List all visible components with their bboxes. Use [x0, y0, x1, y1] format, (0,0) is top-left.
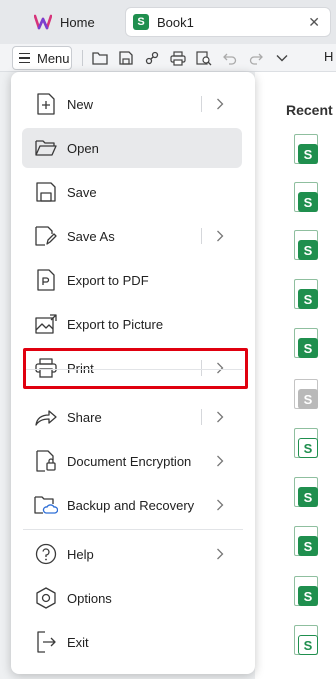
chevron-right-icon[interactable] — [214, 361, 226, 375]
print-preview-icon[interactable] — [195, 49, 213, 67]
redo-icon[interactable] — [247, 49, 265, 67]
chevron-right-icon[interactable] — [214, 547, 226, 561]
submenu-divider — [201, 409, 202, 425]
menu-item-label: Open — [67, 140, 99, 156]
menu-item-save-as[interactable]: Save As — [22, 216, 242, 256]
print-icon — [34, 356, 58, 380]
menu-item-exit[interactable]: Exit — [22, 622, 242, 662]
chevron-right-icon[interactable] — [214, 410, 226, 424]
menu-item-label: New — [67, 96, 94, 112]
menu-item-label: Save — [67, 184, 97, 200]
menu-item-label: Export to Picture — [67, 316, 164, 332]
recent-panel: Recent SSSSSSSSSSS — [255, 72, 336, 679]
export-pdf-icon — [34, 268, 58, 292]
undo-icon[interactable] — [221, 49, 239, 67]
toolbar-divider — [82, 50, 83, 66]
menu-divider — [23, 369, 243, 370]
chevron-down-icon[interactable] — [273, 49, 291, 67]
recent-file-icon[interactable]: S — [294, 230, 320, 262]
toolbar-overflow-text: H — [324, 49, 334, 64]
menu-item-print[interactable]: Print — [22, 348, 242, 388]
chevron-right-icon[interactable] — [214, 229, 226, 243]
recent-file-icon[interactable]: S — [294, 182, 320, 214]
menu-item-label: Print — [67, 360, 94, 376]
menu-item-label: Backup and Recovery — [67, 497, 195, 513]
menu-item-label: Save As — [67, 228, 115, 244]
share-link-icon[interactable] — [143, 49, 161, 67]
wps-logo-icon — [34, 13, 52, 31]
menu-item-share[interactable]: Share — [22, 397, 242, 437]
menu-item-export-to-picture[interactable]: Export to Picture — [22, 304, 242, 344]
chevron-right-icon[interactable] — [214, 97, 226, 111]
folder-open-icon — [34, 136, 58, 160]
recent-file-icon[interactable]: S — [294, 526, 320, 558]
close-tab-icon[interactable]: ✕ — [308, 15, 320, 29]
folder-icon[interactable] — [91, 49, 109, 67]
tab-home[interactable]: Home — [22, 7, 120, 37]
menu-item-help[interactable]: Help — [22, 534, 242, 574]
menu-button[interactable]: Menu — [12, 46, 72, 70]
submenu-divider — [201, 360, 202, 376]
save-icon[interactable] — [117, 49, 135, 67]
menu-item-options[interactable]: Options — [22, 578, 242, 618]
menu-item-open[interactable]: Open — [22, 128, 242, 168]
menu-item-label: Share — [67, 409, 102, 425]
help-icon — [34, 542, 58, 566]
export-picture-icon — [34, 312, 58, 336]
menu-item-label: Export to PDF — [67, 272, 149, 288]
menu-item-new[interactable]: New — [22, 84, 242, 124]
save-icon — [34, 180, 58, 204]
recent-file-icon[interactable]: S — [294, 134, 320, 166]
recent-file-icon[interactable]: S — [294, 477, 320, 509]
recent-file-icon[interactable]: S — [294, 279, 320, 311]
menu-divider — [23, 529, 243, 530]
menu-button-label: Menu — [37, 50, 70, 66]
menu-item-label: Options — [67, 590, 112, 606]
hamburger-icon — [19, 52, 30, 64]
encryption-icon — [34, 449, 58, 473]
file-menu: New Open Save Save As Export to PDF Export to… — [11, 72, 255, 674]
submenu-divider — [201, 228, 202, 244]
recent-file-icon[interactable]: S — [294, 328, 320, 360]
exit-icon — [34, 630, 58, 654]
tab-home-label: Home — [60, 14, 95, 30]
save-as-icon — [34, 224, 58, 248]
chevron-right-icon[interactable] — [214, 498, 226, 512]
options-icon — [34, 586, 58, 610]
menu-item-label: Document Encryption — [67, 453, 192, 469]
print-icon[interactable] — [169, 49, 187, 67]
tab-book1-label: Book1 — [157, 14, 194, 30]
backup-icon — [34, 493, 58, 517]
menu-item-export-to-pdf[interactable]: Export to PDF — [22, 260, 242, 300]
recent-file-icon[interactable]: S — [294, 428, 320, 460]
recent-file-icon[interactable]: S — [294, 625, 320, 657]
chevron-right-icon[interactable] — [214, 454, 226, 468]
recent-title: Recent — [286, 102, 333, 118]
menu-item-save[interactable]: Save — [22, 172, 242, 212]
recent-file-icon[interactable]: S — [294, 576, 320, 608]
menu-item-label: Help — [67, 546, 94, 562]
menu-item-backup-and-recovery[interactable]: Backup and Recovery — [22, 485, 242, 525]
menu-item-document-encryption[interactable]: Document Encryption — [22, 441, 242, 481]
tab-book1[interactable]: S Book1 ✕ — [125, 7, 331, 37]
recent-file-icon[interactable]: S — [294, 379, 320, 411]
new-file-icon — [34, 92, 58, 116]
tab-bar: Home S Book1 ✕ — [0, 0, 336, 44]
share-icon — [34, 405, 58, 429]
menu-item-label: Exit — [67, 634, 89, 650]
quick-toolbar: Menu H — [0, 44, 336, 72]
spreadsheet-icon: S — [133, 14, 149, 30]
submenu-divider — [201, 96, 202, 112]
